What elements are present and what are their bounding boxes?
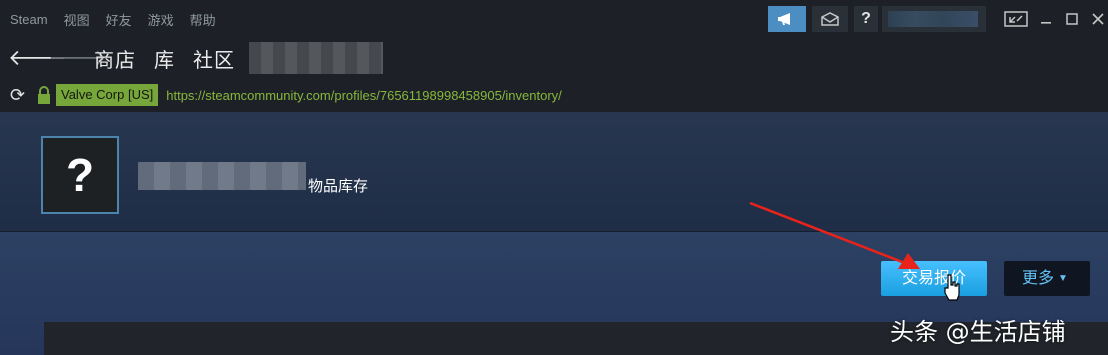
maximize-button[interactable] xyxy=(1062,6,1082,32)
account-menu[interactable] xyxy=(882,6,986,32)
nav-username-redacted[interactable] xyxy=(249,42,383,74)
reload-icon[interactable]: ⟳ xyxy=(10,85,30,105)
avatar[interactable]: ? xyxy=(41,136,119,214)
menu-steam[interactable]: Steam xyxy=(10,12,48,27)
help-button[interactable]: ? xyxy=(854,6,878,32)
nav-community[interactable]: 社区 xyxy=(193,44,235,73)
forward-arrow-icon[interactable]: 🡒 xyxy=(48,45,107,71)
big-picture-icon xyxy=(1004,11,1028,27)
avatar-placeholder: ? xyxy=(65,149,95,201)
menu-bar: Steam 视图 好友 游戏 帮助 ? xyxy=(0,0,1108,38)
nav-store[interactable]: 商店 xyxy=(94,44,136,73)
more-button[interactable]: 更多 ▼ xyxy=(1004,261,1090,296)
close-button[interactable] xyxy=(1088,6,1108,32)
nav-library[interactable]: 库 xyxy=(154,44,175,73)
certificate-badge: Valve Corp [US] xyxy=(56,84,159,106)
profile-name-redacted[interactable] xyxy=(138,162,306,190)
back-arrow-icon[interactable]: 🡐 xyxy=(8,45,67,71)
menu-help[interactable]: 帮助 xyxy=(190,10,216,29)
minimize-button[interactable] xyxy=(1036,6,1056,32)
maximize-icon xyxy=(1066,13,1078,25)
url-text[interactable]: https://steamcommunity.com/profiles/7656… xyxy=(166,88,562,103)
notifications-button[interactable] xyxy=(812,6,848,32)
broadcast-button[interactable] xyxy=(768,6,806,32)
menu-view[interactable]: 视图 xyxy=(64,10,90,29)
lock-icon xyxy=(38,86,50,104)
nav-bar: 🡐 🡒 商店 库 社区 xyxy=(0,38,1108,78)
megaphone-icon xyxy=(778,13,790,25)
menu-games[interactable]: 游戏 xyxy=(148,10,174,29)
more-label: 更多 xyxy=(1022,270,1055,287)
hand-cursor-icon xyxy=(944,274,960,301)
minimize-icon xyxy=(1041,22,1051,24)
watermark: 头条 @生活店铺 xyxy=(890,318,1066,346)
profile-header: ? 物品库存 xyxy=(0,112,1108,232)
caret-down-icon: ▼ xyxy=(1058,273,1068,285)
trade-offer-button[interactable]: 交易报价 xyxy=(881,261,987,296)
username-redacted xyxy=(888,11,978,27)
menu-friends[interactable]: 好友 xyxy=(106,10,132,29)
inventory-title: 物品库存 xyxy=(308,178,369,195)
big-picture-button[interactable] xyxy=(1002,6,1030,32)
window-controls: ? xyxy=(762,6,1108,32)
url-bar: ⟳ Valve Corp [US] https://steamcommunity… xyxy=(0,78,1108,112)
envelope-icon xyxy=(821,12,839,26)
close-icon xyxy=(1092,13,1104,25)
